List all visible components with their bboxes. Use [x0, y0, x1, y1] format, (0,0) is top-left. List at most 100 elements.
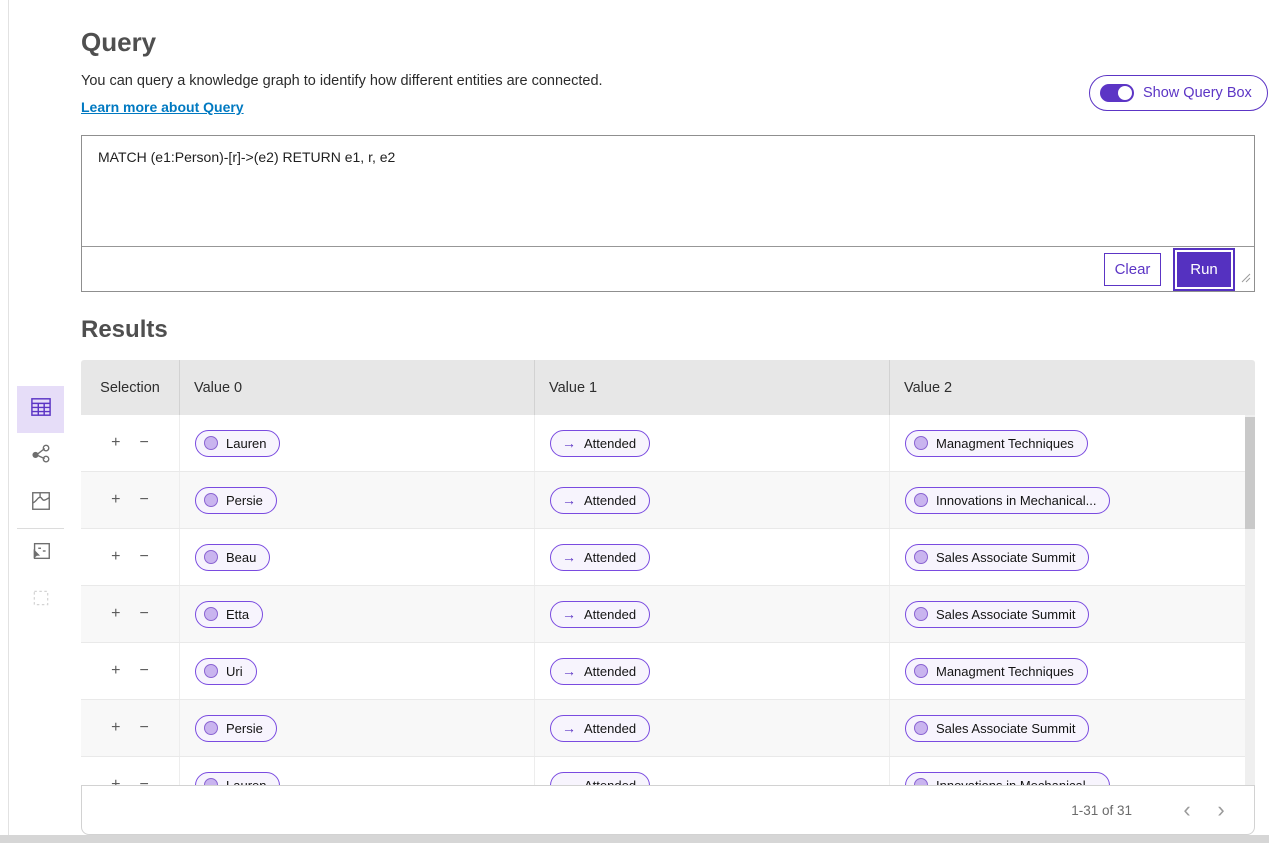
column-header-value0: Value 0 [180, 360, 535, 415]
entity-pill[interactable]: Sales Associate Summit [905, 714, 1090, 742]
entity-pill[interactable]: Persie [195, 714, 277, 742]
query-description: You can query a knowledge graph to ident… [81, 73, 603, 89]
value2-cell: Managment Techniques [890, 415, 1255, 471]
entity-node-icon [914, 607, 928, 621]
graph-view-button[interactable] [17, 433, 64, 480]
query-page: Query You can query a knowledge graph to… [0, 0, 1269, 843]
entity-node-icon [204, 664, 218, 678]
add-selection-button[interactable]: + [111, 549, 120, 565]
value2-cell: Managment Techniques [890, 643, 1255, 699]
entity-node-icon [204, 493, 218, 507]
remove-selection-button[interactable]: − [140, 777, 149, 786]
entity-node-icon [914, 493, 928, 507]
entity-pill[interactable]: Sales Associate Summit [905, 600, 1090, 628]
entity-node-icon [204, 607, 218, 621]
entity-label: Beau [226, 549, 257, 565]
remove-selection-button[interactable]: − [140, 549, 149, 565]
chevron-left-icon[interactable]: ‹ [1170, 799, 1204, 821]
remove-selection-button[interactable]: − [140, 720, 149, 736]
entity-pill[interactable]: Persie [195, 486, 277, 514]
entity-label: Lauren [226, 777, 267, 786]
selection-cell: + − [81, 757, 180, 785]
arrow-right-icon: → [562, 435, 576, 451]
arrow-right-icon: → [562, 549, 576, 565]
toggle-label: Show Query Box [1143, 85, 1252, 101]
remove-selection-button[interactable]: − [140, 492, 149, 508]
add-to-map-view-button[interactable] [17, 530, 64, 577]
scrollbar-thumb[interactable] [1245, 417, 1255, 529]
table-icon [30, 397, 52, 422]
run-button[interactable]: Run [1177, 251, 1231, 287]
value0-cell: Lauren [180, 757, 535, 785]
entity-pill[interactable]: Lauren [195, 429, 281, 457]
value0-cell: Etta [180, 586, 535, 642]
entity-label: Persie [226, 492, 263, 508]
value2-cell: Sales Associate Summit [890, 529, 1255, 585]
arrow-right-icon: → [562, 720, 576, 736]
remove-selection-button[interactable]: − [140, 606, 149, 622]
entity-pill[interactable]: Uri [195, 657, 257, 685]
relationship-pill[interactable]: → Attended [550, 486, 651, 514]
selection-cell: + − [81, 586, 180, 642]
entity-node-icon [204, 778, 218, 785]
selection-cell: + − [81, 700, 180, 756]
relationship-pill[interactable]: → Attended [550, 429, 651, 457]
relationship-pill[interactable]: → Attended [550, 714, 651, 742]
entity-pill[interactable]: Lauren [195, 771, 281, 786]
remove-selection-button[interactable]: − [140, 435, 149, 451]
relationship-pill[interactable]: → Attended [550, 657, 651, 685]
selection-cell: + − [81, 529, 180, 585]
arrow-right-icon: → [562, 777, 576, 785]
relationship-pill[interactable]: → Attended [550, 600, 651, 628]
add-selection-button[interactable]: + [111, 720, 120, 736]
pagination-range: 1-31 of 31 [1071, 802, 1132, 818]
value2-cell: Sales Associate Summit [890, 700, 1255, 756]
query-actions-bar: Clear Run [82, 247, 1254, 291]
chevron-right-icon[interactable]: › [1204, 799, 1238, 821]
learn-more-link[interactable]: Learn more about Query [81, 99, 244, 115]
entity-node-icon [914, 778, 928, 785]
relationship-pill[interactable]: → Attended [550, 543, 651, 571]
map-view-button[interactable] [17, 480, 64, 527]
table-row: + − Lauren → Attended Innovations in Mec… [81, 757, 1255, 785]
query-input[interactable]: MATCH (e1:Person)-[r]->(e2) RETURN e1, r… [82, 136, 1254, 247]
column-header-value2: Value 2 [904, 379, 953, 396]
bottom-edge-strip [0, 835, 1269, 843]
results-view-rail [17, 386, 64, 624]
add-selection-button[interactable]: + [111, 492, 120, 508]
show-query-box-toggle[interactable]: Show Query Box [1089, 75, 1268, 111]
entity-node-icon [914, 721, 928, 735]
entity-label: Sales Associate Summit [936, 720, 1076, 736]
remove-selection-button[interactable]: − [140, 663, 149, 679]
resize-handle-icon[interactable] [1239, 270, 1251, 288]
arrow-right-icon: → [562, 492, 576, 508]
value0-cell: Persie [180, 472, 535, 528]
add-selection-button[interactable]: + [111, 435, 120, 451]
add-selection-button[interactable]: + [111, 606, 120, 622]
value1-cell: → Attended [535, 757, 890, 785]
add-selection-button[interactable]: + [111, 777, 120, 786]
add-selection-button[interactable]: + [111, 663, 120, 679]
entity-label: Innovations in Mechanical... [936, 777, 1097, 786]
selection-cell: + − [81, 472, 180, 528]
relationship-pill[interactable]: → Attended [550, 771, 651, 785]
entity-node-icon [204, 721, 218, 735]
table-scrollbar[interactable] [1245, 415, 1255, 785]
entity-pill[interactable]: Sales Associate Summit [905, 543, 1090, 571]
entity-pill[interactable]: Beau [195, 543, 271, 571]
value2-cell: Innovations in Mechanical... [890, 757, 1255, 785]
relationship-label: Attended [584, 720, 637, 736]
pagination-bar: 1-31 of 31 ‹ › [81, 785, 1255, 835]
entity-pill[interactable]: Managment Techniques [905, 429, 1088, 457]
rail-divider [17, 528, 64, 529]
entity-pill[interactable]: Innovations in Mechanical... [905, 486, 1111, 514]
entity-pill[interactable]: Managment Techniques [905, 657, 1088, 685]
table-row: + − Beau → Attended Sales Associate Summ… [81, 529, 1255, 586]
clear-button[interactable]: Clear [1104, 252, 1161, 286]
entity-pill[interactable]: Innovations in Mechanical... [905, 771, 1111, 786]
entity-pill[interactable]: Etta [195, 600, 264, 628]
toggle-switch-icon[interactable] [1100, 84, 1134, 102]
entity-label: Managment Techniques [936, 435, 1074, 451]
table-view-button[interactable] [17, 386, 64, 433]
entity-node-icon [914, 550, 928, 564]
